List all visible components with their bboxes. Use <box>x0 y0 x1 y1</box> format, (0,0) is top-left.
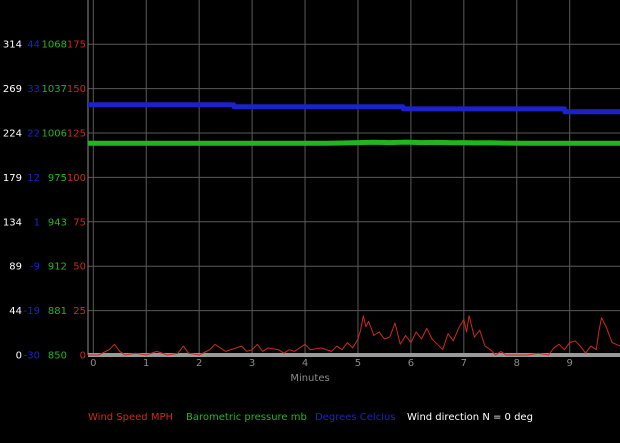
y-tick-label-wind_direction: 44 <box>9 306 22 317</box>
x-tick-label: 4 <box>302 358 308 369</box>
y-tick-label-wind_direction: 0 <box>16 351 22 362</box>
y-tick-label-wind_speed: 100 <box>67 173 86 184</box>
x-tick-label: 5 <box>355 358 361 369</box>
y-tick-label-wind_direction: 224 <box>3 129 22 140</box>
y-tick-label-pressure: 975 <box>48 173 67 184</box>
y-tick-label-wind_speed: 0 <box>80 351 86 362</box>
y-tick-label-pressure: 943 <box>48 217 67 228</box>
y-tick-label-degrees_celsius: -30 <box>24 351 40 362</box>
y-tick-label-wind_speed: 150 <box>67 84 86 95</box>
y-tick-label-wind_direction: 314 <box>3 40 22 51</box>
y-tick-label-wind_speed: 50 <box>73 262 86 273</box>
y-tick-label-wind_speed: 25 <box>73 306 86 317</box>
y-tick-label-degrees_celsius: 33 <box>27 84 40 95</box>
y-tick-label-wind_speed: 75 <box>73 217 86 228</box>
y-tick-label-pressure: 1068 <box>42 40 67 51</box>
y-tick-label-degrees_celsius: -19 <box>24 306 40 317</box>
y-tick-label-pressure: 850 <box>48 351 67 362</box>
y-tick-label-wind_direction: 89 <box>9 262 22 273</box>
legend-item: Wind Speed MPH <box>88 412 173 423</box>
y-tick-label-wind_speed: 125 <box>67 129 86 140</box>
y-tick-label-pressure: 1006 <box>42 129 67 140</box>
y-tick-label-wind_speed: 175 <box>67 40 86 51</box>
x-tick-label: 3 <box>249 358 255 369</box>
y-tick-label-degrees_celsius: 44 <box>27 40 40 51</box>
y-tick-label-pressure: 912 <box>48 262 67 273</box>
y-tick-label-wind_direction: 179 <box>3 173 22 184</box>
y-tick-label-degrees_celsius: 1 <box>34 217 40 228</box>
x-tick-label: 8 <box>514 358 520 369</box>
x-axis-label: Minutes <box>290 373 329 384</box>
series-line-barometric-pressure-mb <box>88 139 620 146</box>
x-tick-label: 0 <box>90 358 96 369</box>
x-tick-label: 7 <box>461 358 467 369</box>
x-tick-label: 2 <box>196 358 202 369</box>
y-tick-label-degrees_celsius: -9 <box>30 262 40 273</box>
y-tick-label-degrees_celsius: 22 <box>27 129 40 140</box>
y-tick-label-pressure: 881 <box>48 306 67 317</box>
legend-item: Barometric pressure mb <box>186 412 307 423</box>
y-tick-label-pressure: 1037 <box>42 84 67 95</box>
x-tick-label: 6 <box>408 358 414 369</box>
legend-item: Wind direction N = 0 deg <box>407 412 533 423</box>
y-tick-label-wind_direction: 269 <box>3 84 22 95</box>
x-tick-label: 9 <box>567 358 573 369</box>
weather-chart: 04489134179224269314-30-19-9112223344850… <box>0 0 620 443</box>
legend-item: Degrees Celcius <box>315 412 396 423</box>
y-tick-label-wind_direction: 134 <box>3 217 22 228</box>
x-tick-label: 1 <box>143 358 149 369</box>
y-tick-label-degrees_celsius: 12 <box>27 173 40 184</box>
